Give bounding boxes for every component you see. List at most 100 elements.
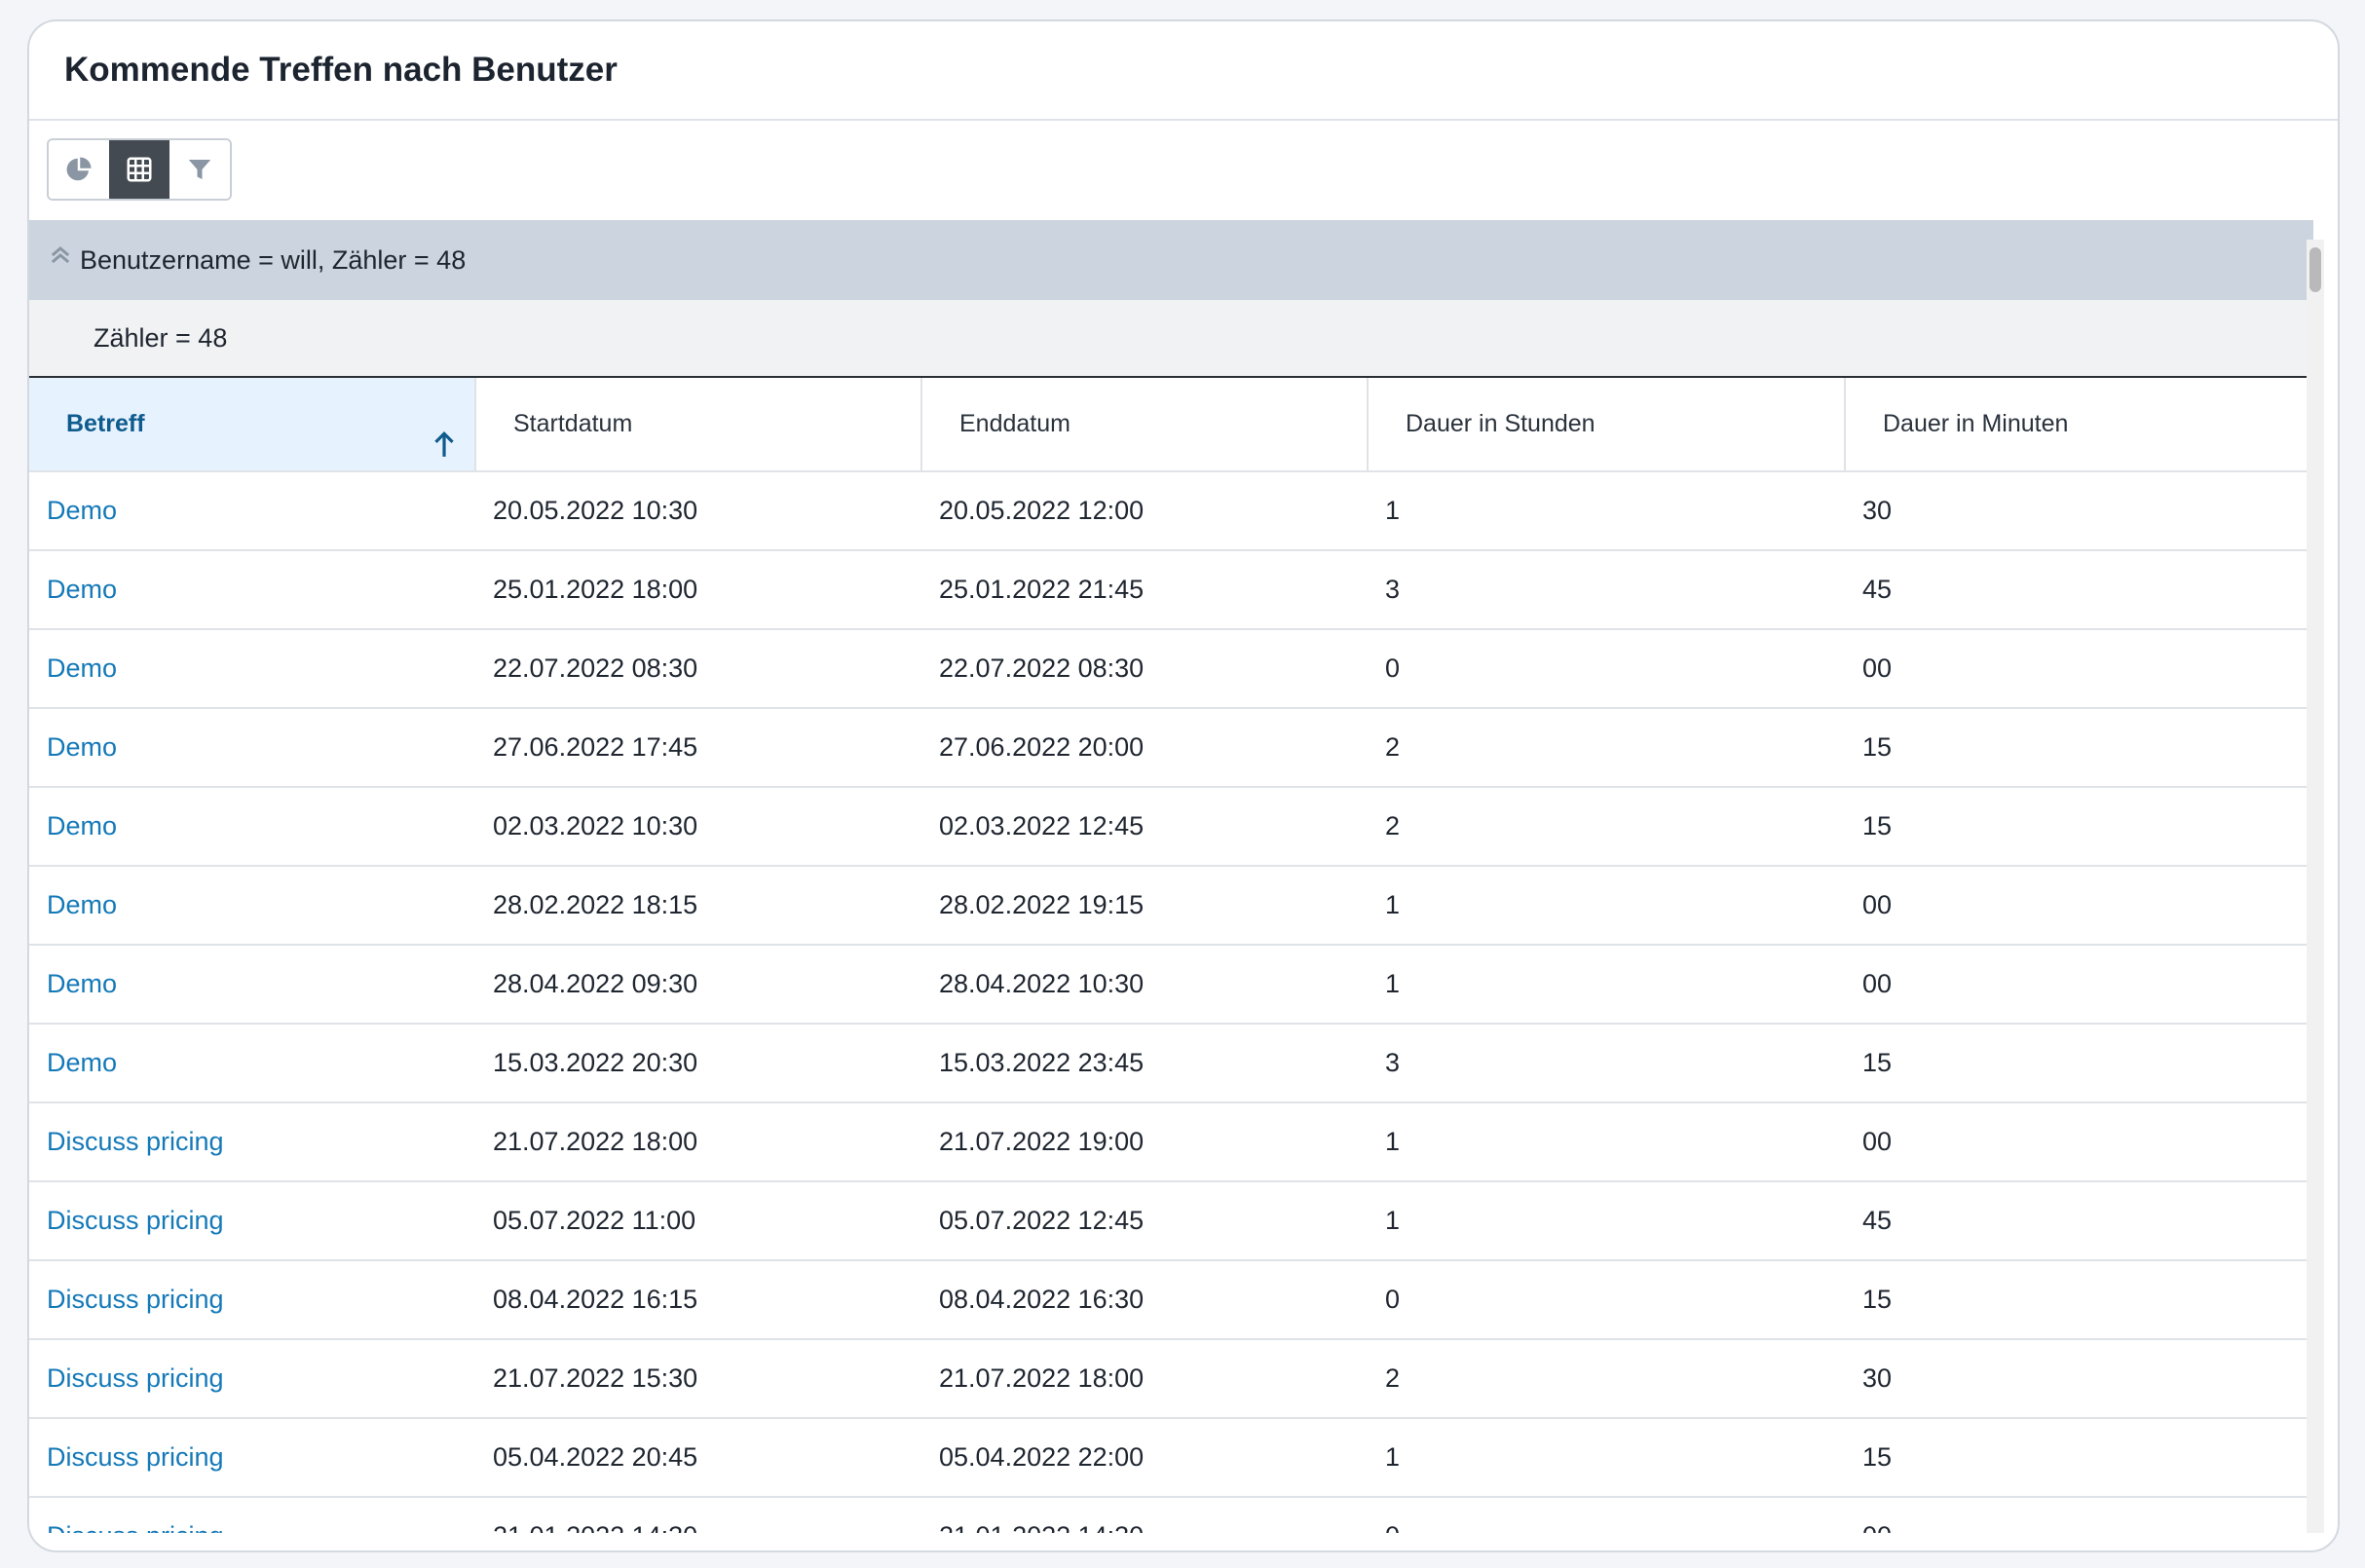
start-date-cell: 21.07.2022 18:00 (475, 1102, 921, 1182)
vertical-scrollbar[interactable] (2307, 240, 2324, 1533)
minutes-cell: 30 (1845, 471, 2313, 551)
hours-cell: 0 (1368, 629, 1845, 709)
minutes-cell: 00 (1845, 866, 2313, 946)
sort-ascending-icon (434, 431, 454, 457)
start-date-cell: 25.01.2022 18:00 (475, 550, 921, 630)
subject-link[interactable]: Demo (29, 550, 475, 630)
subject-link[interactable]: Discuss pricing (29, 1339, 475, 1419)
subject-link[interactable]: Discuss pricing (29, 1497, 475, 1533)
table-row: Demo 15.03.2022 20:30 15.03.2022 23:45 3… (29, 1024, 2313, 1103)
subject-link[interactable]: Demo (29, 629, 475, 709)
filter-button[interactable] (169, 140, 230, 199)
minutes-cell: 00 (1845, 945, 2313, 1025)
end-date-cell: 05.04.2022 22:00 (921, 1418, 1368, 1498)
end-date-cell: 08.04.2022 16:30 (921, 1260, 1368, 1340)
subject-link[interactable]: Discuss pricing (29, 1181, 475, 1261)
hours-cell: 2 (1368, 708, 1845, 788)
start-date-cell: 05.04.2022 20:45 (475, 1418, 921, 1498)
subject-link[interactable]: Demo (29, 866, 475, 946)
subject-link[interactable]: Discuss pricing (29, 1418, 475, 1498)
group-label: Benutzername = will, Zähler = 48 (80, 244, 467, 275)
meetings-table: Betreff Startdatum Enddatum Dauer in Stu… (29, 378, 2313, 1533)
group-header[interactable]: Benutzername = will, Zähler = 48 (29, 220, 2313, 300)
column-header-betreff[interactable]: Betreff (29, 378, 476, 472)
end-date-cell: 27.06.2022 20:00 (921, 708, 1368, 788)
hours-cell: 1 (1368, 1181, 1845, 1261)
table-row: Demo 28.04.2022 09:30 28.04.2022 10:30 1… (29, 945, 2313, 1025)
end-date-cell: 21.01.2022 14:30 (921, 1497, 1368, 1533)
end-date-cell: 15.03.2022 23:45 (921, 1024, 1368, 1103)
group-summary-label: Zähler = 48 (94, 322, 228, 353)
start-date-cell: 22.07.2022 08:30 (475, 629, 921, 709)
table-row: Discuss pricing 05.07.2022 11:00 05.07.2… (29, 1181, 2313, 1261)
table-header-row: Betreff Startdatum Enddatum Dauer in Stu… (29, 378, 2313, 472)
table-row: Discuss pricing 21.07.2022 15:30 21.07.2… (29, 1339, 2313, 1419)
start-date-cell: 28.04.2022 09:30 (475, 945, 921, 1025)
column-header-enddatum[interactable]: Enddatum (921, 378, 1369, 472)
collapse-icon[interactable] (47, 242, 74, 269)
minutes-cell: 15 (1845, 1024, 2313, 1103)
view-toggle-group (47, 138, 232, 201)
start-date-cell: 08.04.2022 16:15 (475, 1260, 921, 1340)
hours-cell: 3 (1368, 550, 1845, 630)
minutes-cell: 00 (1845, 1102, 2313, 1182)
report-panel: Kommende Treffen nach Benutzer Benutzern… (27, 19, 2340, 1552)
table-row: Demo 28.02.2022 18:15 28.02.2022 19:15 1… (29, 866, 2313, 946)
table-row: Discuss pricing 21.07.2022 18:00 21.07.2… (29, 1102, 2313, 1182)
filter-icon (188, 160, 211, 179)
minutes-cell: 15 (1845, 1418, 2313, 1498)
hours-cell: 1 (1368, 471, 1845, 551)
scrollbar-thumb[interactable] (2309, 247, 2321, 292)
end-date-cell: 20.05.2022 12:00 (921, 471, 1368, 551)
start-date-cell: 20.05.2022 10:30 (475, 471, 921, 551)
view-toolbar (29, 121, 2338, 218)
end-date-cell: 28.04.2022 10:30 (921, 945, 1368, 1025)
panel-header: Kommende Treffen nach Benutzer (29, 21, 2338, 121)
column-header-dauer-stunden[interactable]: Dauer in Stunden (1368, 378, 1846, 472)
start-date-cell: 02.03.2022 10:30 (475, 787, 921, 867)
hours-cell: 0 (1368, 1260, 1845, 1340)
hours-cell: 1 (1368, 1102, 1845, 1182)
table-row: Demo 25.01.2022 18:00 25.01.2022 21:45 3… (29, 550, 2313, 630)
subject-link[interactable]: Demo (29, 471, 475, 551)
minutes-cell: 00 (1845, 1497, 2313, 1533)
hours-cell: 1 (1368, 1418, 1845, 1498)
table-view-button[interactable] (109, 140, 169, 199)
end-date-cell: 05.07.2022 12:45 (921, 1181, 1368, 1261)
start-date-cell: 05.07.2022 11:00 (475, 1181, 921, 1261)
hours-cell: 3 (1368, 1024, 1845, 1103)
start-date-cell: 21.01.2022 14:30 (475, 1497, 921, 1533)
hours-cell: 2 (1368, 787, 1845, 867)
column-header-dauer-minuten[interactable]: Dauer in Minuten (1845, 378, 2313, 472)
chart-view-button[interactable] (49, 140, 109, 199)
minutes-cell: 15 (1845, 1260, 2313, 1340)
table-row: Discuss pricing 08.04.2022 16:15 08.04.2… (29, 1260, 2313, 1340)
subject-link[interactable]: Demo (29, 708, 475, 788)
hours-cell: 1 (1368, 866, 1845, 946)
subject-link[interactable]: Demo (29, 787, 475, 867)
start-date-cell: 21.07.2022 15:30 (475, 1339, 921, 1419)
subject-link[interactable]: Demo (29, 1024, 475, 1103)
subject-link[interactable]: Discuss pricing (29, 1102, 475, 1182)
column-header-startdatum[interactable]: Startdatum (475, 378, 922, 472)
hours-cell: 0 (1368, 1497, 1845, 1533)
hours-cell: 1 (1368, 945, 1845, 1025)
group-summary: Zähler = 48 (29, 300, 2313, 378)
hours-cell: 2 (1368, 1339, 1845, 1419)
table-row: Demo 02.03.2022 10:30 02.03.2022 12:45 2… (29, 787, 2313, 867)
minutes-cell: 45 (1845, 1181, 2313, 1261)
table-row: Demo 22.07.2022 08:30 22.07.2022 08:30 0… (29, 629, 2313, 709)
minutes-cell: 45 (1845, 550, 2313, 630)
subject-link[interactable]: Demo (29, 945, 475, 1025)
minutes-cell: 30 (1845, 1339, 2313, 1419)
pie-chart-icon (66, 157, 92, 181)
subject-link[interactable]: Discuss pricing (29, 1260, 475, 1340)
panel-title: Kommende Treffen nach Benutzer (64, 51, 618, 89)
grid-icon (127, 157, 152, 182)
minutes-cell: 15 (1845, 787, 2313, 867)
end-date-cell: 25.01.2022 21:45 (921, 550, 1368, 630)
table-row: Discuss pricing 21.01.2022 14:30 21.01.2… (29, 1497, 2313, 1533)
end-date-cell: 02.03.2022 12:45 (921, 787, 1368, 867)
start-date-cell: 28.02.2022 18:15 (475, 866, 921, 946)
start-date-cell: 15.03.2022 20:30 (475, 1024, 921, 1103)
